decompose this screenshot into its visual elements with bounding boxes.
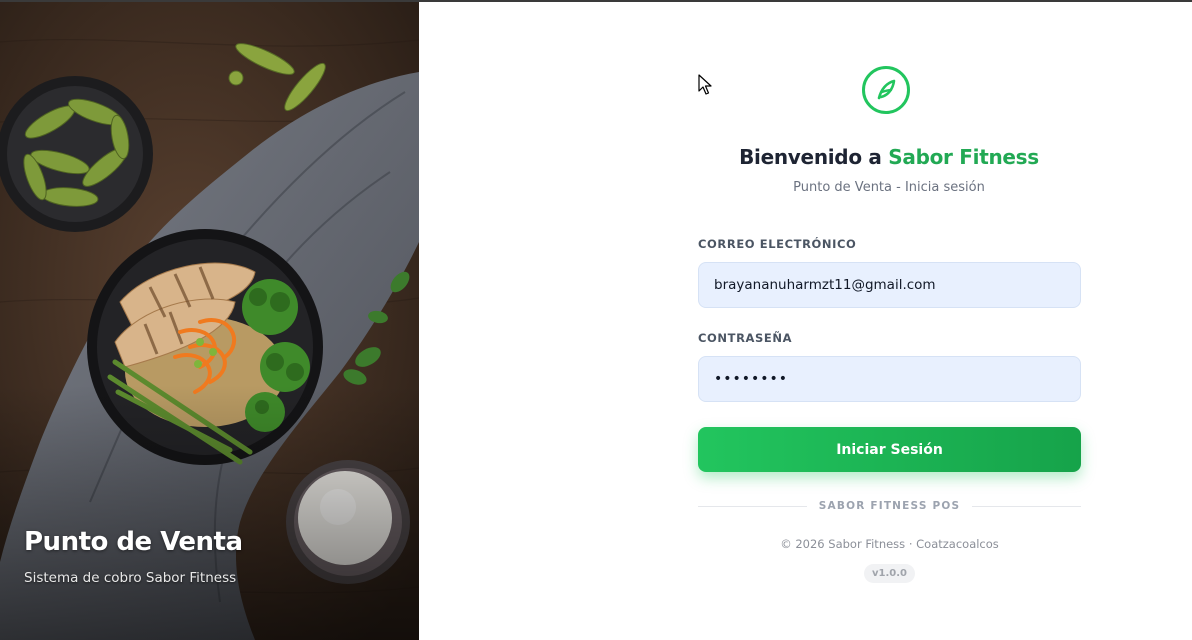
email-field[interactable] [698,262,1081,308]
page-subtitle: Punto de Venta - Inicia sesión [793,180,985,195]
divider-line-left [698,505,807,507]
login-button[interactable]: Iniciar Sesión [698,427,1081,472]
page-title: Bienvenido a Sabor Fitness [697,145,1081,169]
divider-text: SABOR FITNESS POS [818,500,961,512]
login-panel: Bienvenido a Sabor Fitness Punto de Vent… [419,2,1192,640]
mouse-cursor-icon [698,74,712,100]
password-field[interactable] [698,356,1081,402]
login-screen: Punto de Venta Sistema de cobro Sabor Fi… [0,0,1192,640]
welcome-prefix: Bienvenido a [739,145,889,169]
hero-subtitle: Sistema de cobro Sabor Fitness [24,570,237,586]
divider: SABOR FITNESS POS [698,498,1082,514]
version-badge: v1.0.0 [864,564,915,583]
email-label: CORREO ELECTRÓNICO [698,237,857,251]
divider-line-right [972,505,1082,507]
hero-title: Punto de Venta [24,527,243,557]
hero-image-panel: Punto de Venta Sistema de cobro Sabor Fi… [0,2,419,640]
copyright-text: © 2026 Sabor Fitness · Coatzacoalcos [780,537,999,551]
brand-name: Sabor Fitness [888,145,1039,169]
leaf-icon [862,66,910,114]
password-label: CONTRASEÑA [698,331,793,345]
